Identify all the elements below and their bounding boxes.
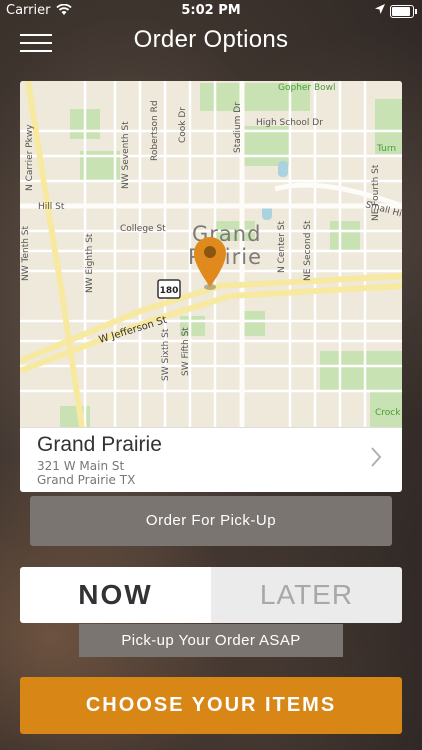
street-label: N Carrier Pkwy bbox=[25, 124, 35, 191]
street-label: Hill St bbox=[38, 202, 65, 212]
page-title: Order Options bbox=[133, 26, 289, 53]
clock: 5:02 PM bbox=[181, 3, 241, 18]
street-label: Stadium Dr bbox=[233, 102, 243, 153]
location-arrow-icon bbox=[375, 4, 385, 14]
street-label: SW Fifth St bbox=[181, 327, 191, 376]
street-label: Crock bbox=[375, 408, 401, 418]
street-label: Cook Dr bbox=[178, 107, 188, 143]
street-label: High School Dr bbox=[256, 118, 323, 128]
street-label: NE Second St bbox=[303, 220, 313, 281]
timing-now-tab[interactable]: NOW bbox=[20, 567, 211, 623]
street-label: NE Fourth St bbox=[371, 164, 381, 221]
timing-segmented-control: NOW LATER bbox=[20, 567, 402, 623]
street-label: NW Eighth St bbox=[85, 233, 95, 293]
street-label: NW Seventh St bbox=[121, 121, 131, 189]
choose-items-button[interactable]: CHOOSE YOUR ITEMS bbox=[20, 677, 402, 734]
svg-text:180: 180 bbox=[160, 286, 179, 296]
street-label: Gopher Bowl bbox=[278, 83, 336, 93]
store-address-line2: Grand Prairie TX bbox=[37, 473, 136, 487]
chevron-right-icon[interactable] bbox=[370, 446, 382, 468]
street-label: Robertson Rd bbox=[150, 100, 160, 161]
store-address-line1: 321 W Main St bbox=[37, 459, 125, 473]
nav-bar: Order Options bbox=[0, 22, 422, 62]
highway-shield-icon: 180 bbox=[157, 279, 181, 299]
store-card[interactable]: Gopher Bowl High School Dr Hill St Colle… bbox=[20, 81, 402, 492]
store-info[interactable]: Grand Prairie 321 W Main St Grand Prairi… bbox=[20, 427, 402, 492]
street-label: N Center St bbox=[277, 221, 287, 273]
order-type-button[interactable]: Order For Pick-Up bbox=[30, 496, 392, 546]
battery-icon bbox=[390, 5, 417, 18]
street-label: Turn bbox=[376, 144, 396, 154]
status-bar: Carrier 5:02 PM bbox=[0, 0, 422, 22]
street-label: College St bbox=[120, 224, 166, 234]
street-label: SW Sixth St bbox=[161, 328, 171, 381]
timing-caption: Pick-up Your Order ASAP bbox=[79, 624, 343, 657]
street-label: NW Tenth St bbox=[21, 225, 31, 281]
store-map[interactable]: Gopher Bowl High School Dr Hill St Colle… bbox=[20, 81, 402, 427]
store-name: Grand Prairie bbox=[37, 433, 162, 456]
timing-later-tab[interactable]: LATER bbox=[211, 567, 402, 623]
